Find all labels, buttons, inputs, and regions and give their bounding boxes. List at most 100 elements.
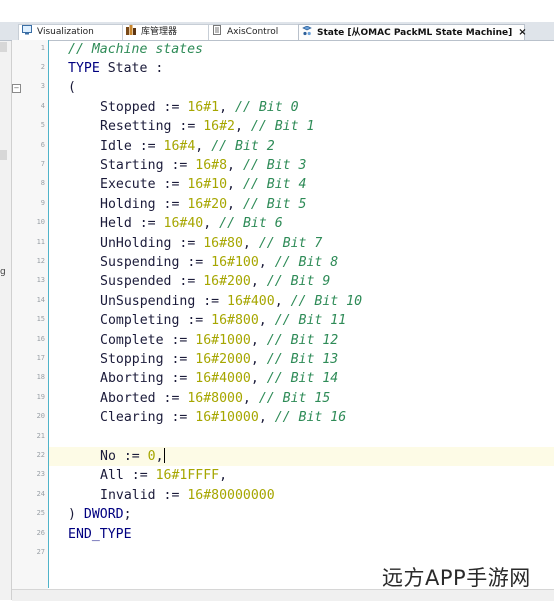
code-line[interactable]: ) DWORD;: [49, 505, 554, 524]
code-line[interactable]: Held := 16#40, // Bit 6: [49, 214, 554, 233]
tab-library-manager[interactable]: 库管理器: [122, 24, 209, 40]
code-token: ,: [195, 138, 212, 154]
visualization-icon: [22, 25, 32, 35]
close-icon[interactable]: ×: [518, 25, 526, 40]
code-line[interactable]: // Machine states: [49, 40, 554, 59]
code-number: 16#800: [211, 313, 259, 329]
tab-visualization[interactable]: Visualization: [18, 24, 123, 40]
code-keyword: DWORD: [83, 507, 124, 523]
line-number: 14: [36, 295, 45, 304]
code-line[interactable]: Suspended := 16#200, // Bit 9: [49, 272, 554, 291]
pou-icon: [212, 25, 222, 35]
code-line[interactable]: Starting := 16#8, // Bit 3: [49, 156, 554, 175]
code-comment: // Bit 12: [266, 332, 339, 348]
code-text: Aborted := 16#8000, // Bit 15: [100, 389, 330, 408]
code-line[interactable]: TYPE State :: [49, 59, 554, 78]
code-text: Completing := 16#800, // Bit 11: [100, 311, 346, 330]
code-line[interactable]: Execute := 16#10, // Bit 4: [49, 175, 554, 194]
code-text: TYPE State :: [68, 59, 163, 78]
code-text: // Machine states: [68, 40, 203, 59]
code-text: Idle := 16#4, // Bit 2: [100, 137, 275, 156]
line-number: 10: [36, 218, 45, 227]
tab-label: Visualization: [37, 27, 94, 37]
gutter-separator: [48, 40, 49, 588]
code-line[interactable]: [49, 544, 554, 563]
code-line[interactable]: Resetting := 16#2, // Bit 1: [49, 117, 554, 136]
tab-label: AxisControl: [227, 27, 279, 37]
code-token: State :: [99, 60, 164, 76]
code-token: ,: [258, 410, 275, 426]
code-line[interactable]: Aborting := 16#4000, // Bit 14: [49, 369, 554, 388]
tab-state[interactable]: State [从OMAC PackML State Machine] ×: [298, 24, 527, 40]
code-line[interactable]: UnHolding := 16#80, // Bit 7: [49, 234, 554, 253]
code-comment: // Bit 9: [266, 274, 331, 290]
code-line[interactable]: Idle := 16#4, // Bit 2: [49, 137, 554, 156]
line-number: 23: [36, 470, 45, 479]
code-line[interactable]: Stopping := 16#2000, // Bit 13: [49, 350, 554, 369]
line-number: 26: [36, 528, 45, 537]
code-line[interactable]: Holding := 16#20, // Bit 5: [49, 195, 554, 214]
line-number: 6: [40, 140, 45, 149]
code-token: Suspending :=: [100, 254, 212, 270]
code-token: All :=: [100, 468, 156, 484]
line-number: 16: [36, 334, 45, 343]
code-token: ,: [242, 390, 259, 406]
code-comment: // Bit 14: [266, 371, 339, 387]
code-text: All := 16#1FFFF,: [100, 466, 227, 485]
line-number: 18: [36, 373, 45, 382]
code-text: Complete := 16#1000, // Bit 12: [100, 331, 338, 350]
code-line[interactable]: UnSuspending := 16#400, // Bit 10: [49, 292, 554, 311]
code-number: 16#200: [203, 274, 251, 290]
code-number: 16#400: [227, 293, 275, 309]
code-token: Complete :=: [100, 332, 196, 348]
code-number: 16#80000000: [187, 487, 275, 503]
code-line[interactable]: Invalid := 16#80000000: [49, 486, 554, 505]
code-text: Clearing := 16#10000, // Bit 16: [100, 408, 346, 427]
code-token: ,: [250, 274, 267, 290]
code-token: ,: [227, 196, 243, 212]
code-text: UnHolding := 16#80, // Bit 7: [100, 234, 322, 253]
code-token: UnHolding :=: [100, 235, 204, 251]
line-number: 1: [40, 43, 45, 52]
code-line[interactable]: END_TYPE: [49, 525, 554, 544]
code-number: 0: [147, 448, 156, 464]
code-line[interactable]: [49, 428, 554, 447]
code-number: 16#1: [187, 99, 220, 115]
code-line[interactable]: All := 16#1FFFF,: [49, 466, 554, 485]
code-comment: // Bit 3: [242, 157, 307, 173]
code-line[interactable]: Stopped := 16#1, // Bit 0: [49, 98, 554, 117]
code-number: 16#8: [195, 157, 228, 173]
code-token: ,: [258, 313, 275, 329]
code-line[interactable]: (: [49, 78, 554, 97]
code-line[interactable]: Suspending := 16#100, // Bit 8: [49, 253, 554, 272]
watermark: 远方APP手游网: [382, 566, 531, 590]
code-number: 16#8000: [187, 390, 243, 406]
side-toolbar-handle[interactable]: [0, 150, 7, 160]
code-token: ,: [242, 235, 259, 251]
code-comment: // Bit 13: [266, 351, 339, 367]
code-text: Suspended := 16#200, // Bit 9: [100, 272, 330, 291]
code-number: 16#2: [203, 119, 235, 135]
code-line-current[interactable]: No := 0,: [49, 446, 554, 466]
line-number: 11: [36, 237, 45, 246]
line-number: 27: [36, 547, 45, 556]
code-line[interactable]: Aborted := 16#8000, // Bit 15: [49, 389, 554, 408]
code-token: ,: [219, 468, 228, 484]
code-text: Starting := 16#8, // Bit 3: [100, 156, 306, 175]
code-token: Suspended :=: [100, 274, 204, 290]
code-text: Stopped := 16#1, // Bit 0: [100, 98, 299, 117]
code-line[interactable]: Completing := 16#800, // Bit 11: [49, 311, 554, 330]
code-line[interactable]: Complete := 16#1000, // Bit 12: [49, 331, 554, 350]
line-number: 2: [40, 62, 45, 71]
code-number: 16#10000: [195, 410, 259, 426]
code-number: 16#4000: [195, 371, 251, 387]
code-token: ,: [258, 254, 275, 270]
code-token: Clearing :=: [100, 410, 196, 426]
code-line[interactable]: Clearing := 16#10000, // Bit 16: [49, 408, 554, 427]
side-toolbar-handle[interactable]: [0, 42, 7, 52]
code-text: (: [68, 78, 76, 97]
code-comment: // Bit 5: [242, 196, 307, 212]
fold-collapse-icon[interactable]: −: [12, 84, 21, 93]
tab-axiscontrol[interactable]: AxisControl: [208, 24, 299, 40]
code-text: Execute := 16#10, // Bit 4: [100, 175, 306, 194]
